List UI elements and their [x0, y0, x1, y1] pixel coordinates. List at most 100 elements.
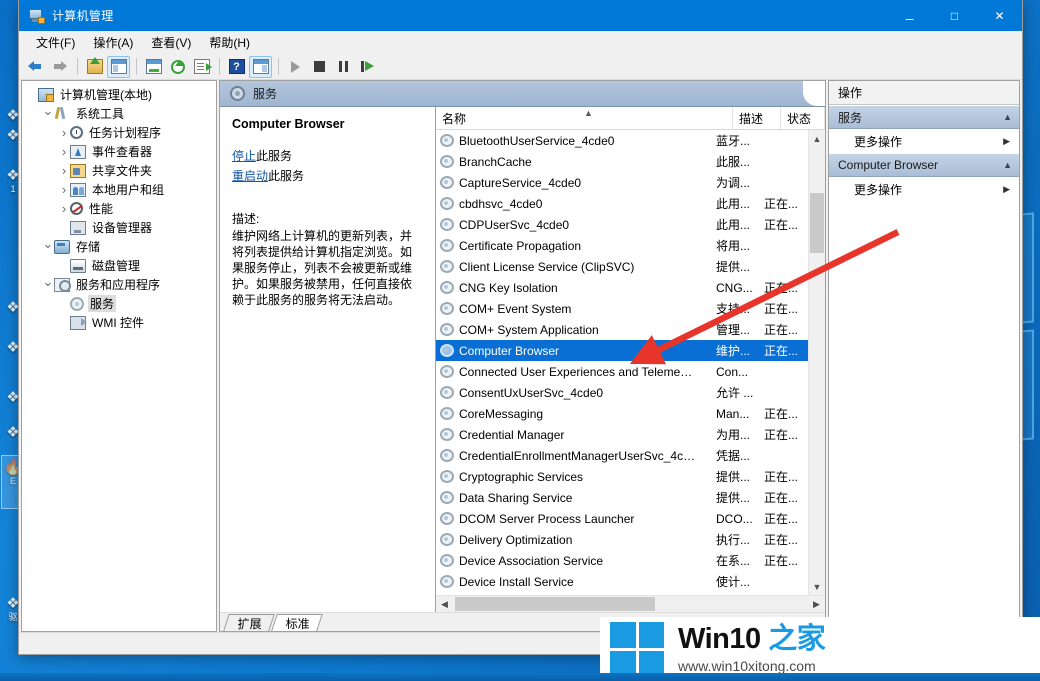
tree-disk-management[interactable]: 磁盘管理 — [22, 256, 216, 275]
table-row[interactable]: CNG Key Isolation CNG... 正在... — [436, 277, 808, 298]
restart-service-link[interactable]: 重启动 — [232, 169, 268, 183]
forward-button[interactable] — [48, 56, 71, 78]
vertical-scroll-thumb[interactable] — [810, 193, 824, 253]
close-button[interactable]: ✕ — [977, 0, 1022, 31]
table-row[interactable]: BluetoothUserService_4cde0 蓝牙... — [436, 130, 808, 151]
tab-standard[interactable]: 标准 — [271, 614, 323, 631]
tree-services-and-applications[interactable]: 服务和应用程序 — [22, 275, 216, 294]
table-row[interactable]: Credential Manager 为用... 正在... — [436, 424, 808, 445]
service-name-cell: CredentialEnrollmentManagerUserSvc_4c… — [459, 448, 696, 463]
help-button[interactable]: ? — [225, 56, 248, 78]
service-status-cell: 正在... — [764, 281, 799, 295]
column-status[interactable]: 状态 — [781, 107, 825, 129]
tree-services[interactable]: 服务 — [22, 294, 216, 313]
table-row[interactable]: COM+ System Application 管理... 正在... — [436, 319, 808, 340]
submenu-arrow-icon: ▶ — [1003, 135, 1010, 146]
table-row[interactable]: Data Sharing Service 提供... 正在... — [436, 487, 808, 508]
menu-view[interactable]: 查看(V) — [142, 31, 200, 54]
vertical-scrollbar[interactable]: ▲ ▼ — [808, 130, 825, 595]
table-row[interactable]: Computer Browser 维护... 正在... — [436, 340, 808, 361]
scroll-right-button[interactable]: ▶ — [808, 596, 825, 612]
tree-wmi-control[interactable]: WMI 控件 — [22, 313, 216, 332]
chevron-closed-icon[interactable] — [58, 163, 70, 178]
show-action-pane-button[interactable] — [249, 55, 272, 78]
chevron-closed-icon[interactable] — [58, 125, 70, 140]
table-row[interactable]: CDPUserSvc_4cde0 此用... 正在... — [436, 214, 808, 235]
table-row[interactable]: CredentialEnrollmentManagerUserSvc_4c… 凭据… — [436, 445, 808, 466]
tree-event-viewer[interactable]: 事件查看器 — [22, 142, 216, 161]
table-row[interactable]: DCOM Server Process Launcher DCO... 正在... — [436, 508, 808, 529]
scroll-up-button[interactable]: ▲ — [809, 130, 825, 147]
actions-group-computer-browser[interactable]: Computer Browser ▲ — [829, 153, 1019, 177]
chevron-closed-icon[interactable] — [58, 182, 70, 197]
service-description-cell: 支持... — [716, 302, 751, 316]
service-action-links: 停止此服务 重启动此服务 — [232, 147, 423, 184]
actions-group-services[interactable]: 服务 ▲ — [829, 105, 1019, 129]
table-row[interactable]: Device Association Service 在系... 正在... — [436, 550, 808, 571]
menu-file[interactable]: 文件(F) — [27, 31, 84, 54]
show-hide-tree-button[interactable] — [107, 55, 130, 78]
chevron-open-icon[interactable] — [42, 277, 54, 293]
vertical-scroll-track[interactable] — [809, 147, 825, 578]
column-description[interactable]: 描述 — [733, 107, 781, 129]
tree-system-tools[interactable]: 系统工具 — [22, 104, 216, 123]
minimize-button[interactable]: – — [887, 0, 932, 31]
pause-service-button[interactable] — [332, 56, 355, 78]
gear-icon — [70, 296, 84, 311]
table-row[interactable]: BranchCache 此服... — [436, 151, 808, 172]
table-row[interactable]: Certificate Propagation 将用... — [436, 235, 808, 256]
taskbar[interactable] — [0, 673, 1040, 681]
service-name-cell: Device Association Service — [459, 553, 604, 568]
tree-task-scheduler[interactable]: 任务计划程序 — [22, 123, 216, 142]
table-row[interactable]: Client License Service (ClipSVC) 提供... — [436, 256, 808, 277]
actions-more-services[interactable]: 更多操作 ▶ — [829, 129, 1019, 153]
scroll-left-button[interactable]: ◀ — [436, 596, 453, 612]
service-gear-icon — [440, 365, 454, 378]
export-list-button[interactable] — [190, 56, 213, 78]
maximize-button[interactable]: □ — [932, 0, 977, 31]
service-description-cell: 此服... — [716, 155, 751, 169]
tree-node-label: 系统工具 — [76, 107, 125, 121]
chevron-closed-icon[interactable] — [58, 144, 70, 159]
table-row[interactable]: Device Install Service 使计... — [436, 571, 808, 592]
table-row[interactable]: Cryptographic Services 提供... 正在... — [436, 466, 808, 487]
refresh-button[interactable] — [166, 56, 189, 78]
chevron-up-icon[interactable]: ▲ — [1003, 160, 1012, 170]
actions-more-computer-browser[interactable]: 更多操作 ▶ — [829, 177, 1019, 201]
chevron-open-icon[interactable] — [42, 239, 54, 255]
horizontal-scroll-thumb[interactable] — [455, 597, 655, 611]
table-row[interactable]: ConsentUxUserSvc_4cde0 允许 ... — [436, 382, 808, 403]
column-name[interactable]: 名称 ▲ — [436, 107, 733, 129]
menu-action[interactable]: 操作(A) — [84, 31, 142, 54]
window-controls: – □ ✕ — [887, 0, 1022, 31]
menu-help[interactable]: 帮助(H) — [200, 31, 259, 54]
properties-button[interactable] — [142, 56, 165, 78]
table-row[interactable]: CoreMessaging Man... 正在... — [436, 403, 808, 424]
tree-computer-management-local[interactable]: 计算机管理(本地) — [22, 85, 216, 104]
tab-extended[interactable]: 扩展 — [223, 614, 275, 631]
tree-storage[interactable]: 存储 — [22, 237, 216, 256]
tree-device-manager[interactable]: 设备管理器 — [22, 218, 216, 237]
scroll-down-button[interactable]: ▼ — [809, 578, 825, 595]
chevron-up-icon[interactable]: ▲ — [1003, 112, 1012, 122]
tree-local-users-and-groups[interactable]: 本地用户和组 — [22, 180, 216, 199]
chevron-open-icon[interactable] — [42, 106, 54, 122]
restart-service-button[interactable] — [356, 56, 379, 78]
tree-node-label: 事件查看器 — [92, 145, 153, 159]
up-folder-button[interactable] — [83, 56, 106, 78]
horizontal-scrollbar[interactable]: ◀ ▶ — [436, 595, 825, 612]
back-button[interactable] — [24, 56, 47, 78]
tab-label: 标准 — [285, 616, 310, 631]
table-row[interactable]: cbdhsvc_4cde0 此用... 正在... — [436, 193, 808, 214]
table-row[interactable]: Connected User Experiences and Teleme… Co… — [436, 361, 808, 382]
stop-service-button[interactable] — [308, 56, 331, 78]
horizontal-scroll-track[interactable] — [453, 596, 808, 612]
stop-service-link[interactable]: 停止 — [232, 149, 256, 163]
table-row[interactable]: Delivery Optimization 执行... 正在... — [436, 529, 808, 550]
start-service-button[interactable] — [284, 56, 307, 78]
table-row[interactable]: CaptureService_4cde0 为调... — [436, 172, 808, 193]
tree-shared-folders[interactable]: 共享文件夹 — [22, 161, 216, 180]
tree-performance[interactable]: 性能 — [22, 199, 216, 218]
table-row[interactable]: COM+ Event System 支持... 正在... — [436, 298, 808, 319]
chevron-closed-icon[interactable] — [58, 201, 70, 216]
